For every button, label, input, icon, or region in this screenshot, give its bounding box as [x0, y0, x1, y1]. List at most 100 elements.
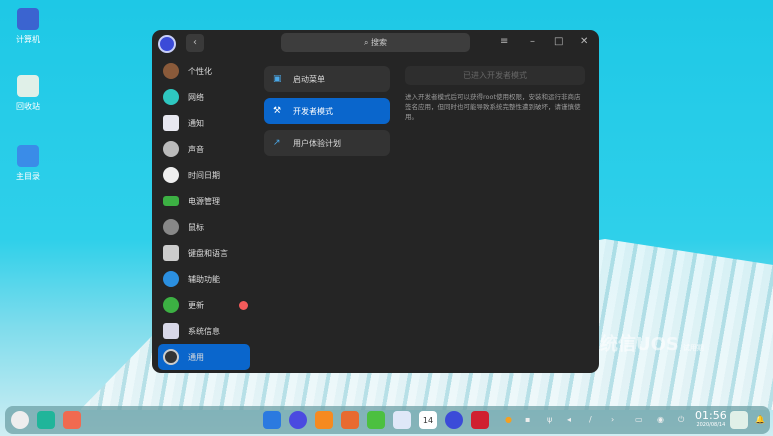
terminal-icon[interactable]: [471, 411, 489, 429]
sidebar-item-keyboard[interactable]: 键盘和语言: [152, 240, 256, 266]
boot-menu-icon: ▣: [273, 74, 282, 84]
label: 个性化: [188, 66, 212, 76]
network-icon: [163, 89, 179, 105]
app-store-icon[interactable]: [315, 411, 333, 429]
control-center-logo-icon: [158, 35, 176, 53]
desktop-icon-trash[interactable]: 回收站: [8, 75, 48, 112]
search-input[interactable]: ⌕ 搜索: [281, 33, 470, 52]
accessibility-icon: [163, 271, 179, 287]
file-manager-icon[interactable]: [263, 411, 281, 429]
label: 用户体验计划: [293, 138, 341, 148]
sidebar-item-personalization[interactable]: 个性化: [152, 58, 256, 84]
label: 系统信息: [188, 326, 220, 336]
speaker-icon: [163, 141, 179, 157]
back-button[interactable]: ‹: [186, 34, 204, 52]
battery-icon: [163, 196, 179, 206]
sidebar-item-mouse[interactable]: 鼠标: [152, 214, 256, 240]
label: 启动菜单: [293, 74, 325, 84]
clock-icon: [163, 167, 179, 183]
trash-icon: [17, 75, 39, 97]
tools-icon: ⚒: [273, 106, 282, 116]
tray-app-icon[interactable]: ●: [505, 415, 512, 424]
notification-bell-icon[interactable]: 🔔: [755, 415, 765, 424]
menu-item-developer-mode[interactable]: ⚒ 开发者模式: [264, 98, 390, 124]
search-placeholder: 搜索: [371, 38, 388, 47]
label: 声音: [188, 144, 204, 154]
label: 时间日期: [188, 170, 220, 180]
control-center-icon[interactable]: [445, 411, 463, 429]
label: 辅助功能: [188, 274, 220, 284]
mouse-icon: [163, 219, 179, 235]
date: 2020/08/14: [696, 422, 726, 428]
menu-item-user-experience[interactable]: ↗ 用户体验计划: [264, 130, 390, 156]
sidebar-item-sound[interactable]: 声音: [152, 136, 256, 162]
notification-icon: [163, 115, 179, 131]
image-viewer-icon[interactable]: [341, 411, 359, 429]
document-viewer-icon[interactable]: [393, 411, 411, 429]
workspace-icon[interactable]: [63, 411, 81, 429]
titlebar: ‹ ⌕ 搜索 ≡ – □ ✕: [152, 30, 599, 58]
time: 01:56: [695, 409, 727, 422]
label: 计算机: [16, 35, 40, 44]
label: 更新: [188, 300, 204, 310]
label: 主目录: [16, 172, 40, 181]
power-icon[interactable]: ⏻: [678, 415, 684, 425]
sidebar-item-general[interactable]: 通用: [158, 344, 250, 370]
volume-icon[interactable]: ◂: [567, 415, 571, 424]
home-folder-icon: [17, 145, 39, 167]
label: 通用: [188, 352, 204, 362]
chart-icon: ↗: [273, 138, 281, 148]
sidebar: 个性化 网络 通知 声音 时间日期 电源管理 鼠标 键盘和语言 辅助功能 更新 …: [152, 58, 256, 370]
sidebar-item-notification[interactable]: 通知: [152, 110, 256, 136]
watermark-text: 统信UOS: [600, 334, 679, 355]
screen-icon[interactable]: ▭: [635, 415, 643, 424]
multitask-icon[interactable]: [37, 411, 55, 429]
label: 网络: [188, 92, 204, 102]
keyboard-icon: [163, 245, 179, 261]
sidebar-item-datetime[interactable]: 时间日期: [152, 162, 256, 188]
pen-icon[interactable]: /: [589, 415, 592, 424]
browser-icon[interactable]: [289, 411, 307, 429]
launcher-icon[interactable]: [11, 411, 29, 429]
desktop-icon-home[interactable]: 主目录: [8, 145, 48, 182]
calendar-icon[interactable]: 14: [419, 411, 437, 429]
sidebar-item-accessibility[interactable]: 辅助功能: [152, 266, 256, 292]
close-button[interactable]: ✕: [580, 36, 588, 47]
system-info-icon: [163, 323, 179, 339]
sidebar-item-network[interactable]: 网络: [152, 84, 256, 110]
general-menu: ▣ 启动菜单 ⚒ 开发者模式 ↗ 用户体验计划: [264, 66, 390, 162]
music-icon[interactable]: [367, 411, 385, 429]
control-center-window: ‹ ⌕ 搜索 ≡ – □ ✕ 个性化 网络 通知 声音 时间日期 电源管理 鼠标…: [152, 30, 599, 373]
developer-mode-button[interactable]: 已进入开发者模式: [405, 66, 585, 85]
developer-mode-panel: 已进入开发者模式 进入开发者模式后可以获得root使用权限，安装和运行非商店签名…: [405, 66, 585, 122]
expand-tray-icon[interactable]: ›: [611, 415, 614, 424]
update-icon: [163, 297, 179, 313]
computer-icon: [17, 8, 39, 30]
label: 通知: [188, 118, 204, 128]
minimize-button[interactable]: –: [530, 36, 535, 47]
dock: 14 ● ▪ ψ ◂ / › ▭ ◉ ⏻ 01:56 2020/08/14 🔔: [5, 406, 770, 434]
label: 电源管理: [188, 196, 220, 206]
sidebar-item-update[interactable]: 更新: [152, 292, 256, 318]
clock[interactable]: 01:56 2020/08/14: [695, 409, 727, 428]
update-badge: [239, 300, 248, 310]
tray-display-icon[interactable]: ▪: [525, 415, 530, 424]
personalization-icon: [163, 63, 179, 79]
desktop-icon-computer[interactable]: 计算机: [8, 8, 48, 45]
menu-button[interactable]: ≡: [500, 36, 508, 47]
trash-dock-icon[interactable]: [730, 411, 748, 429]
menu-item-boot-menu[interactable]: ▣ 启动菜单: [264, 66, 390, 92]
label: 开发者模式: [293, 106, 333, 116]
general-icon: [163, 349, 179, 365]
developer-mode-description: 进入开发者模式后可以获得root使用权限，安装和运行非商店签名应用，但同时也可能…: [405, 93, 581, 121]
network-tray-icon[interactable]: ◉: [657, 415, 664, 424]
usb-icon[interactable]: ψ: [547, 415, 552, 424]
maximize-button[interactable]: □: [554, 36, 563, 47]
label: 键盘和语言: [188, 248, 228, 258]
calendar-day: 14: [422, 416, 434, 425]
sidebar-item-power[interactable]: 电源管理: [152, 188, 256, 214]
label: 回收站: [16, 102, 40, 111]
watermark-sub: 试用期: [682, 344, 704, 352]
sidebar-item-system-info[interactable]: 系统信息: [152, 318, 256, 344]
label: 鼠标: [188, 222, 204, 232]
